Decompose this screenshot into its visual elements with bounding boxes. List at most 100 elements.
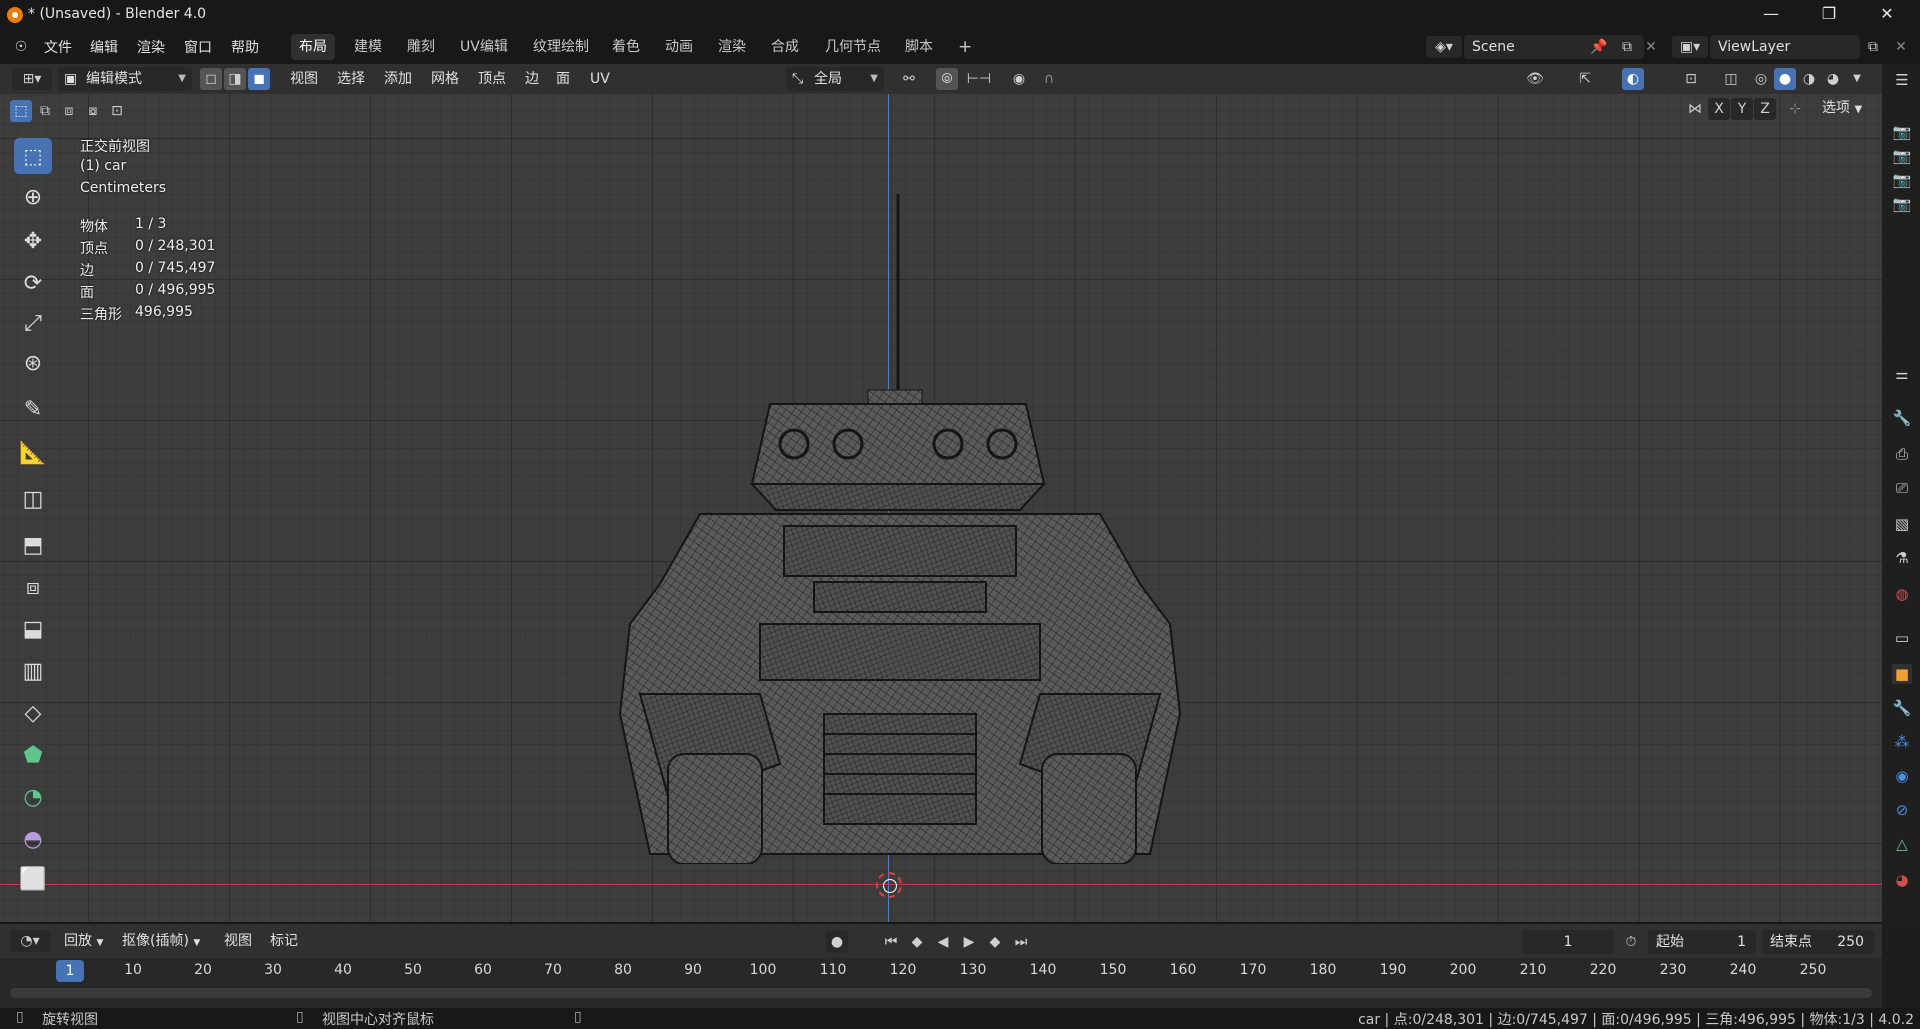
output-properties-icon[interactable]: ⎚	[1892, 478, 1912, 498]
axis-x-toggle[interactable]: X	[1708, 98, 1730, 120]
play-reverse-icon[interactable]: ◀	[932, 931, 954, 953]
physics-properties-icon[interactable]: ◉	[1892, 766, 1912, 786]
move-tool-icon[interactable]: ✥	[14, 224, 52, 260]
timeline[interactable]: 1 10 20 30 40 50 60 70 80 90 100 110 120 130 140 150 16…	[0, 958, 1882, 1008]
keying-dropdown[interactable]: 抠像(插帧) ▼	[116, 929, 206, 953]
measure-tool-icon[interactable]: 📐	[14, 436, 52, 472]
select-box-tool-icon[interactable]: ⬚	[14, 138, 52, 174]
jump-end-icon[interactable]: ⏭	[1010, 931, 1032, 953]
poly-build-tool-icon[interactable]: ⬟	[14, 738, 52, 774]
object-properties-icon[interactable]: ■	[1892, 664, 1912, 684]
collection-properties-icon[interactable]: ▭	[1892, 628, 1912, 648]
modifier-properties-icon[interactable]: 🔧	[1892, 698, 1912, 718]
options-dropdown[interactable]: 选项 ▼	[1816, 96, 1868, 120]
camera-icon[interactable]: 📷	[1892, 170, 1912, 190]
tab-scripting[interactable]: 脚本	[897, 34, 941, 60]
rotate-tool-icon[interactable]: ⟳	[14, 266, 52, 302]
properties-toggle-icon[interactable]: ⚌	[1892, 364, 1912, 384]
menu-view[interactable]: 视图	[284, 67, 324, 91]
view-layer-selector-icon[interactable]: ▣▾	[1672, 36, 1708, 58]
playback-dropdown[interactable]: 回放 ▼	[58, 929, 109, 953]
menu-select[interactable]: 选择	[331, 67, 371, 91]
select-subtract-icon[interactable]: ⧈	[58, 100, 80, 122]
menu-edge[interactable]: 边	[519, 67, 545, 91]
menu-mesh[interactable]: 网格	[425, 67, 465, 91]
select-new-icon[interactable]: ⬚	[10, 100, 32, 122]
tab-shading[interactable]: 着色	[604, 34, 648, 60]
scene-properties-icon[interactable]: ⚗	[1892, 548, 1912, 568]
cursor-tool-icon[interactable]: ⊕	[14, 180, 52, 216]
timeline-marker-menu[interactable]: 标记	[264, 929, 304, 953]
current-frame-field[interactable]: 1	[1522, 930, 1614, 954]
tab-compositing[interactable]: 合成	[763, 34, 807, 60]
playhead[interactable]: 1	[56, 960, 84, 982]
add-cube-tool-icon[interactable]: ◫	[14, 482, 52, 518]
rendered-shading-icon[interactable]: ◕	[1822, 68, 1844, 90]
next-keyframe-icon[interactable]: ◆	[984, 931, 1006, 953]
tab-uv-editing[interactable]: UV编辑	[452, 34, 516, 60]
xray-icon[interactable]: ◫	[1720, 68, 1742, 90]
snap-icon[interactable]: ⦾	[936, 68, 958, 90]
constraint-properties-icon[interactable]: ⊘	[1892, 800, 1912, 820]
scale-tool-icon[interactable]: ⤢	[14, 306, 52, 342]
menu-window[interactable]: 窗口	[184, 37, 212, 57]
tool-properties-icon[interactable]: 🔧	[1892, 408, 1912, 428]
view-layer-name-field[interactable]: ViewLayer	[1710, 35, 1860, 59]
visibility-icon[interactable]: 👁	[1520, 68, 1550, 90]
menu-help[interactable]: 帮助	[231, 37, 259, 57]
smooth-tool-icon[interactable]: ◓	[14, 822, 52, 858]
tab-rendering[interactable]: 渲染	[710, 34, 754, 60]
spin-tool-icon[interactable]: ◔	[14, 780, 52, 816]
timeline-scrollbar[interactable]	[10, 988, 1872, 998]
new-view-layer-icon[interactable]: ⧉	[1862, 36, 1884, 58]
car-mesh[interactable]	[580, 154, 1220, 864]
axis-z-toggle[interactable]: Z	[1754, 98, 1776, 120]
timeline-editor-icon[interactable]: ◔▾	[10, 930, 50, 952]
solid-shading-icon[interactable]: ●	[1774, 68, 1796, 90]
transform-orientation-dropdown[interactable]: ⤡ 全局 ▼	[786, 67, 884, 91]
record-icon[interactable]: ●	[826, 931, 848, 953]
edge-select-icon[interactable]: ◨	[224, 68, 246, 90]
3d-cursor[interactable]	[876, 872, 902, 898]
select-invert-icon[interactable]: ⧇	[82, 100, 104, 122]
gizmo-icon[interactable]: ⇱	[1570, 68, 1600, 90]
menu-uv[interactable]: UV	[584, 67, 616, 91]
tab-modeling[interactable]: 建模	[346, 34, 390, 60]
timeline-view-menu[interactable]: 视图	[218, 929, 258, 953]
play-icon[interactable]: ▶	[958, 931, 980, 953]
tab-animation[interactable]: 动画	[657, 34, 701, 60]
preview-range-icon[interactable]: ⏱	[1620, 931, 1642, 953]
jump-start-icon[interactable]: ⏮	[880, 931, 902, 953]
delete-scene-icon[interactable]: ✕	[1640, 36, 1662, 58]
bevel-tool-icon[interactable]: ⬓	[14, 612, 52, 648]
outliner-icon[interactable]: ☰	[1892, 70, 1912, 90]
maximize-button[interactable]: ❐	[1806, 0, 1852, 30]
transform-tool-icon[interactable]: ⊛	[14, 346, 52, 382]
select-extend-icon[interactable]: ⧉	[34, 100, 56, 122]
frame-start-field[interactable]: 起始 1	[1648, 930, 1756, 954]
camera-icon[interactable]: 📷	[1892, 122, 1912, 142]
menu-add[interactable]: 添加	[378, 67, 418, 91]
world-properties-icon[interactable]: ◍	[1892, 584, 1912, 604]
wireframe-shading-icon[interactable]: ◎	[1750, 68, 1772, 90]
prev-keyframe-icon[interactable]: ◆	[906, 931, 928, 953]
tab-texture-paint[interactable]: 纹理绘制	[525, 34, 597, 60]
menu-render[interactable]: 渲染	[137, 37, 165, 57]
overlays-icon[interactable]: ◐	[1622, 68, 1644, 90]
menu-file[interactable]: 文件	[44, 37, 72, 57]
inset-tool-icon[interactable]: ⧈	[14, 570, 52, 606]
editor-type-icon[interactable]: ⊞▾	[12, 68, 52, 90]
camera-icon[interactable]: 📷	[1892, 194, 1912, 214]
tab-sculpting[interactable]: 雕刻	[399, 34, 443, 60]
particle-properties-icon[interactable]: ⁂	[1892, 732, 1912, 752]
material-properties-icon[interactable]: ◕	[1892, 870, 1912, 890]
minimize-button[interactable]: —	[1748, 0, 1794, 30]
pivot-point-icon[interactable]: ⚯	[894, 68, 924, 90]
menu-face[interactable]: 面	[550, 67, 576, 91]
topology-icon[interactable]: ⊹	[1784, 98, 1806, 120]
3d-viewport[interactable]: ⬚ ⧉ ⧈ ⧇ ⊡ 正交前视图 (1) car Centimeters 物体 1 …	[0, 94, 1882, 922]
blender-menu-icon[interactable]: ☉	[10, 36, 32, 58]
select-intersect-icon[interactable]: ⊡	[106, 100, 128, 122]
snap-target-icon[interactable]: ⊢⊣	[962, 68, 996, 90]
axis-y-toggle[interactable]: Y	[1731, 98, 1753, 120]
